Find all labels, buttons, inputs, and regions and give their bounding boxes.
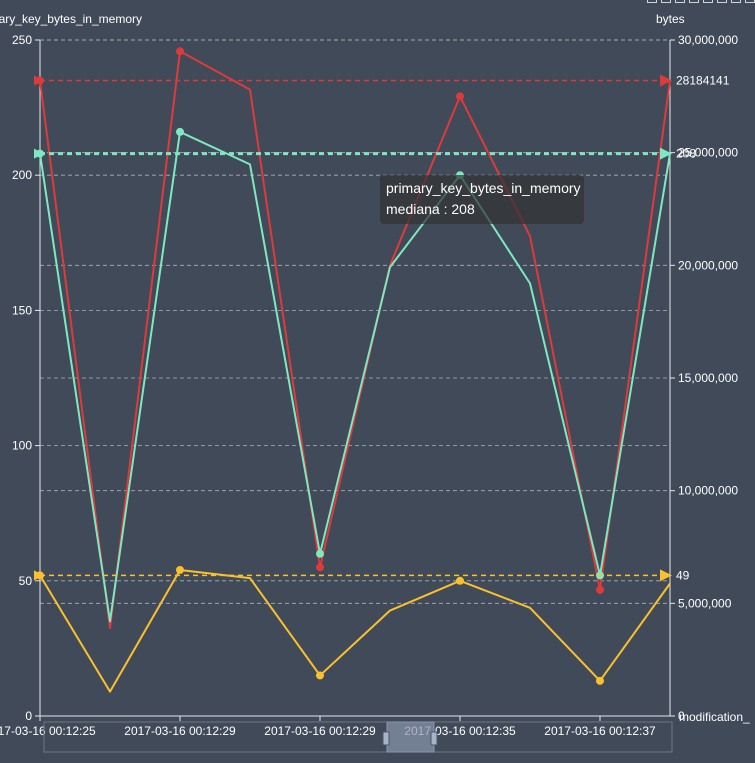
- series-line: [39, 50, 671, 630]
- toolbox-icon[interactable]: [745, 0, 755, 3]
- left-axis-tick-label: 250: [12, 33, 32, 47]
- markline-label: 49: [676, 568, 690, 582]
- left-axis-tick-label: 100: [12, 439, 32, 453]
- toolbox-icon[interactable]: [647, 0, 657, 3]
- data-point: [456, 92, 464, 101]
- data-point: [596, 585, 604, 594]
- markline-label: 28184141: [676, 74, 730, 88]
- data-point: [316, 563, 324, 572]
- tooltip: primary_key_bytes_in_memory mediana : 20…: [380, 175, 584, 224]
- toolbox-icon[interactable]: [717, 0, 727, 3]
- toolbox-icon[interactable]: [661, 0, 671, 3]
- left-axis-name: primary_key_bytes_in_memory: [0, 12, 142, 26]
- data-point: [596, 676, 604, 685]
- data-point: [36, 571, 44, 580]
- x-axis-tick-label: 2017-03-16 00:12:25: [0, 724, 96, 738]
- left-axis-tick-label: 150: [12, 303, 32, 317]
- data-point: [176, 565, 184, 574]
- toolbox-icon[interactable]: [731, 0, 741, 3]
- right-axis-tick-label: 30,000,000: [678, 33, 738, 47]
- chart-area: 0 50 100 150 200 250 0 5,000,000 10,000,000 15,00…: [0, 0, 755, 758]
- x-axis-name: modification_: [679, 710, 750, 724]
- right-axis-tick-label: 20,000,000: [678, 258, 738, 272]
- x-axis-tick-label: 2017-03-16 00:12:29: [124, 724, 236, 738]
- x-axis-tick-label: 2017-03-16 00:12:29: [264, 724, 376, 738]
- data-point: [36, 76, 44, 85]
- left-axis-tick-label: 0: [25, 709, 32, 723]
- series-line: [39, 568, 671, 693]
- right-axis-tick-label: 10,000,000: [678, 484, 738, 498]
- data-point: [36, 149, 44, 158]
- line-chart: 05010015020025005,000,00010,000,00015,00…: [0, 12, 750, 753]
- data-point: [176, 47, 184, 56]
- markline-label: 208: [676, 147, 696, 161]
- right-axis-tick-label: 5,000,000: [678, 596, 732, 610]
- tooltip-value: mediana : 208: [386, 201, 475, 217]
- datazoom-window: [386, 721, 435, 753]
- toolbox-icon[interactable]: [689, 0, 699, 3]
- toolbox-icon[interactable]: [703, 0, 713, 3]
- left-axis-tick-label: 50: [19, 574, 33, 588]
- datazoom-handle-right: [430, 731, 438, 746]
- tooltip-title: primary_key_bytes_in_memory: [386, 180, 581, 196]
- left-axis-tick-label: 200: [12, 168, 32, 182]
- data-point: [176, 127, 184, 136]
- right-axis-tick-label: 15,000,000: [678, 371, 738, 385]
- toolbox[interactable]: [647, 0, 755, 5]
- x-axis-tick-label: 2017-03-16 00:12:37: [544, 724, 656, 738]
- datazoom-handle-left: [382, 731, 390, 746]
- data-point: [316, 549, 324, 558]
- right-axis-name: bytes: [656, 12, 685, 26]
- toolbox-icon[interactable]: [675, 0, 685, 3]
- data-point: [456, 576, 464, 585]
- data-point: [316, 671, 324, 680]
